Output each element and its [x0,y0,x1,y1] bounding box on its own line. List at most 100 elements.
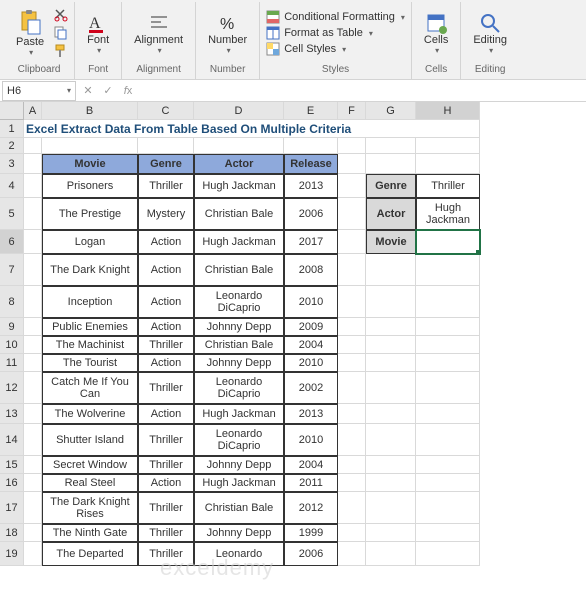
empty-cell[interactable] [416,404,480,424]
paste-button[interactable]: Paste ▾ [10,8,50,59]
column-header-E[interactable]: E [284,102,338,120]
empty-cell[interactable] [24,542,42,566]
empty-cell[interactable] [416,336,480,354]
table-cell-actor[interactable]: Leonardo [194,542,284,566]
empty-cell[interactable] [338,424,366,456]
table-cell-actor[interactable]: Leonardo DiCaprio [194,372,284,404]
table-cell-release[interactable]: 2006 [284,542,338,566]
row-header-7[interactable]: 7 [0,254,24,286]
row-header-3[interactable]: 3 [0,154,24,174]
empty-cell[interactable] [338,336,366,354]
criteria-value-movie[interactable] [416,230,480,254]
empty-cell[interactable] [416,354,480,372]
table-cell-genre[interactable]: Thriller [138,372,194,404]
empty-cell[interactable] [338,174,366,198]
empty-cell[interactable] [338,492,366,524]
table-cell-movie[interactable]: The Machinist [42,336,138,354]
font-button[interactable]: A Font ▾ [81,10,115,57]
table-cell-actor[interactable]: Christian Bale [194,254,284,286]
column-header-D[interactable]: D [194,102,284,120]
empty-cell[interactable] [24,372,42,404]
table-cell-genre[interactable]: Action [138,404,194,424]
empty-cell[interactable] [338,456,366,474]
copy-icon[interactable] [54,26,68,40]
table-cell-actor[interactable]: Christian Bale [194,336,284,354]
empty-cell[interactable] [338,286,366,318]
table-cell-movie[interactable]: Secret Window [42,456,138,474]
empty-cell[interactable] [338,354,366,372]
table-cell-actor[interactable]: Johnny Depp [194,354,284,372]
table-cell-release[interactable]: 2004 [284,336,338,354]
criteria-label-genre[interactable]: Genre [366,174,416,198]
empty-cell[interactable] [366,372,416,404]
table-cell-release[interactable]: 2013 [284,404,338,424]
table-cell-movie[interactable]: The Dark Knight [42,254,138,286]
empty-cell[interactable] [366,424,416,456]
enter-formula-icon[interactable]: ✓ [98,84,118,97]
table-cell-genre[interactable]: Action [138,254,194,286]
table-cell-movie[interactable]: Prisoners [42,174,138,198]
table-cell-release[interactable]: 2010 [284,354,338,372]
column-header-B[interactable]: B [42,102,138,120]
row-header-17[interactable]: 17 [0,492,24,524]
table-cell-actor[interactable]: Hugh Jackman [194,474,284,492]
empty-cell[interactable] [338,524,366,542]
empty-cell[interactable] [138,138,194,154]
empty-cell[interactable] [338,230,366,254]
empty-cell[interactable] [338,138,366,154]
table-cell-release[interactable]: 2009 [284,318,338,336]
empty-cell[interactable] [42,138,138,154]
table-cell-release[interactable]: 2013 [284,174,338,198]
empty-cell[interactable] [416,154,480,174]
spreadsheet-grid[interactable]: ABCDEFGH1Excel Extract Data From Table B… [0,102,586,566]
empty-cell[interactable] [338,154,366,174]
table-cell-movie[interactable]: The Wolverine [42,404,138,424]
empty-cell[interactable] [24,456,42,474]
empty-cell[interactable] [338,404,366,424]
criteria-value-actor[interactable]: Hugh Jackman [416,198,480,230]
empty-cell[interactable] [416,138,480,154]
table-cell-movie[interactable]: Logan [42,230,138,254]
table-cell-actor[interactable]: Leonardo DiCaprio [194,286,284,318]
row-header-1[interactable]: 1 [0,120,24,138]
empty-cell[interactable] [338,542,366,566]
row-header-16[interactable]: 16 [0,474,24,492]
table-cell-release[interactable]: 2010 [284,286,338,318]
empty-cell[interactable] [194,138,284,154]
table-cell-genre[interactable]: Thriller [138,456,194,474]
empty-cell[interactable] [24,230,42,254]
empty-cell[interactable] [366,336,416,354]
column-header-G[interactable]: G [366,102,416,120]
empty-cell[interactable] [416,286,480,318]
empty-cell[interactable] [366,456,416,474]
empty-cell[interactable] [416,318,480,336]
cancel-formula-icon[interactable]: ✕ [78,84,98,97]
empty-cell[interactable] [338,372,366,404]
table-cell-release[interactable]: 2006 [284,198,338,230]
formula-input[interactable] [138,81,586,101]
criteria-label-movie[interactable]: Movie [366,230,416,254]
empty-cell[interactable] [366,542,416,566]
table-cell-movie[interactable]: The Prestige [42,198,138,230]
empty-cell[interactable] [24,524,42,542]
table-cell-actor[interactable]: Hugh Jackman [194,174,284,198]
format-as-table-button[interactable]: Format as Table▾ [266,25,405,41]
empty-cell[interactable] [416,474,480,492]
empty-cell[interactable] [416,456,480,474]
table-cell-actor[interactable]: Johnny Depp [194,524,284,542]
editing-button[interactable]: Editing ▾ [467,10,513,57]
alignment-button[interactable]: Alignment ▾ [128,10,189,57]
table-cell-actor[interactable]: Hugh Jackman [194,404,284,424]
row-header-9[interactable]: 9 [0,318,24,336]
empty-cell[interactable] [416,524,480,542]
row-header-15[interactable]: 15 [0,456,24,474]
row-header-10[interactable]: 10 [0,336,24,354]
table-cell-actor[interactable]: Christian Bale [194,492,284,524]
row-header-18[interactable]: 18 [0,524,24,542]
table-cell-genre[interactable]: Thriller [138,542,194,566]
table-cell-release[interactable]: 1999 [284,524,338,542]
empty-cell[interactable] [338,254,366,286]
table-cell-actor[interactable]: Christian Bale [194,198,284,230]
empty-cell[interactable] [416,254,480,286]
fx-icon[interactable]: fx [118,85,138,97]
